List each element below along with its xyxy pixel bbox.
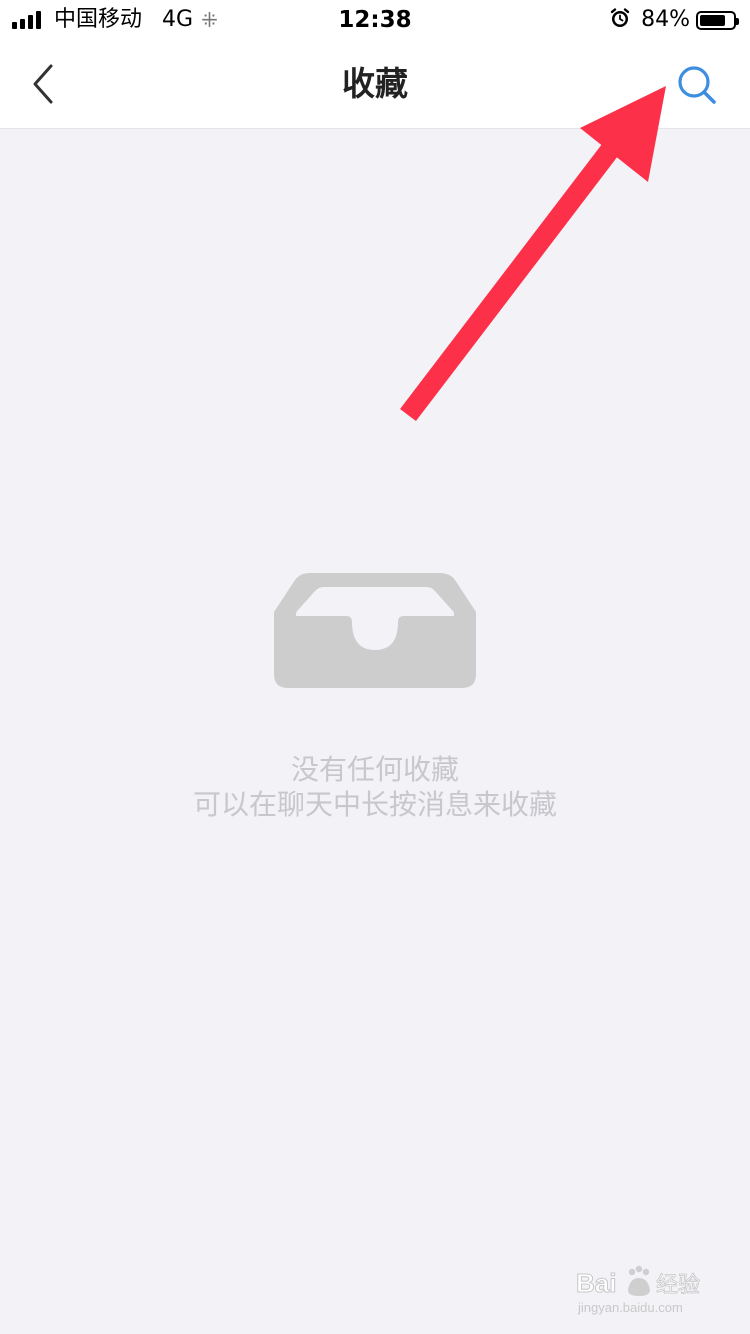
svg-text:Bai: Bai bbox=[576, 1268, 616, 1298]
empty-hint: 可以在聊天中长按消息来收藏 bbox=[192, 788, 557, 821]
search-icon bbox=[678, 66, 716, 104]
status-right: 84% bbox=[609, 6, 739, 34]
empty-title: 没有任何收藏 bbox=[290, 753, 459, 786]
empty-state-message: 没有任何收藏 可以在聊天中长按消息来收藏 bbox=[0, 752, 750, 822]
battery-icon bbox=[696, 10, 739, 30]
status-bar: 中国移动 4G ⁜ 12:38 84% bbox=[0, 0, 750, 40]
alarm-icon bbox=[609, 7, 631, 33]
page-title: 收藏 bbox=[342, 64, 408, 103]
svg-text:经验: 经验 bbox=[656, 1273, 700, 1298]
search-button[interactable] bbox=[674, 62, 720, 108]
battery-percent: 84% bbox=[641, 7, 690, 32]
svg-text:jingyan.baidu.com: jingyan.baidu.com bbox=[577, 1300, 683, 1315]
inbox-tray-icon bbox=[274, 570, 476, 692]
navigation-bar: 收藏 bbox=[0, 40, 750, 129]
baidu-jingyan-watermark: Bai 经验 jingyan.baidu.com bbox=[576, 1258, 726, 1318]
battery-level bbox=[700, 14, 725, 26]
arrow-shaft bbox=[400, 143, 618, 422]
